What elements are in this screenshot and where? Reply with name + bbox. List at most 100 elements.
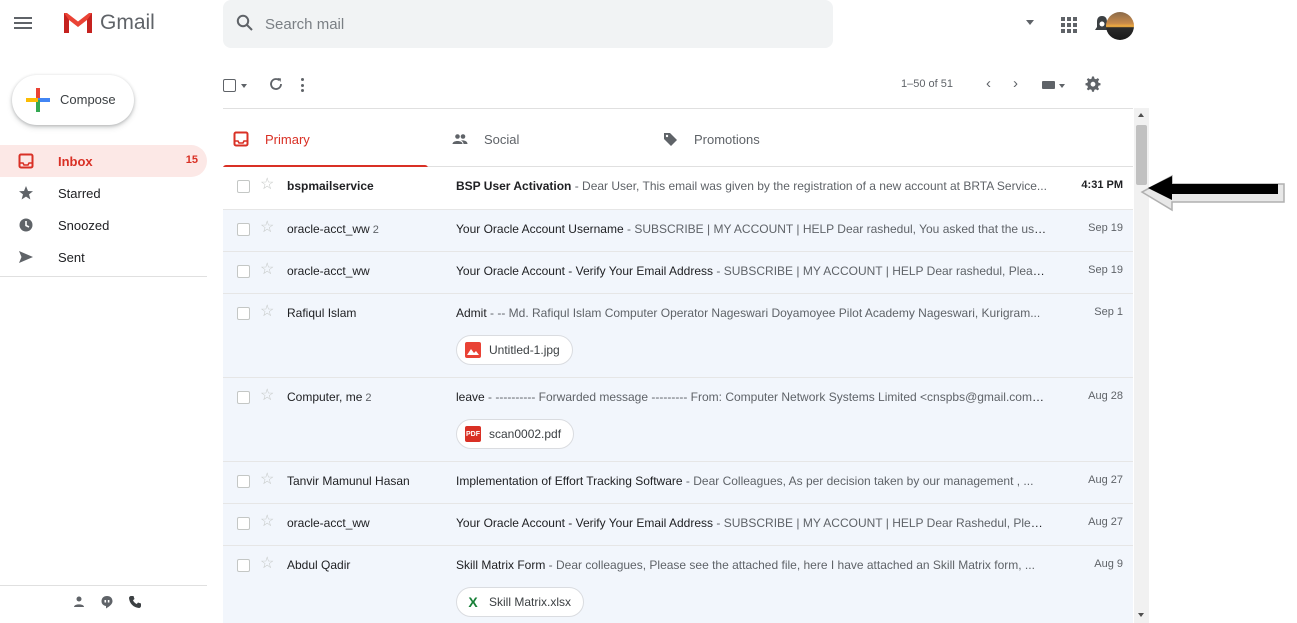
tab-primary[interactable]: Primary	[223, 109, 428, 168]
email-subject: Skill Matrix Form	[456, 558, 546, 572]
attachment-chip[interactable]: X Skill Matrix.xlsx	[456, 587, 585, 617]
email-subject: Implementation of Effort Tracking Softwa…	[456, 474, 683, 488]
gear-icon[interactable]	[1085, 76, 1101, 92]
phone-icon[interactable]	[128, 595, 142, 609]
email-subject: Admit	[456, 306, 487, 320]
email-snippet: - SUBSCRIBE | MY ACCOUNT | HELP Dear Ras…	[713, 516, 1048, 530]
email-content: leave - ---------- Forwarded message ---…	[456, 390, 1048, 404]
email-row[interactable]: ☆ Rafiqul Islam Admit - -- Md. Rafiqul I…	[223, 294, 1133, 378]
attachment-name: Skill Matrix.xlsx	[489, 595, 572, 609]
search-icon[interactable]	[236, 14, 254, 32]
row-checkbox[interactable]	[237, 391, 250, 404]
image-file-icon	[465, 342, 481, 358]
thread-count: 2	[372, 224, 379, 236]
row-checkbox[interactable]	[237, 180, 250, 193]
sidebar-item-label: Snoozed	[58, 217, 110, 233]
star-icon[interactable]: ☆	[260, 176, 274, 194]
attachment-name: Untitled-1.jpg	[489, 343, 560, 357]
row-checkbox[interactable]	[237, 517, 250, 530]
email-row[interactable]: ☆ Tanvir Mamunul Hasan Implementation of…	[223, 462, 1133, 504]
star-icon[interactable]: ☆	[260, 219, 274, 237]
star-icon[interactable]: ☆	[260, 555, 274, 573]
older-page-button[interactable]: ›	[1013, 75, 1018, 92]
hangouts-bar	[72, 595, 142, 609]
tab-social[interactable]: Social	[442, 109, 647, 167]
email-snippet: - Dear User, This email was given by the…	[571, 179, 1047, 193]
email-row[interactable]: ☆ oracle-acct_ww 2 Your Oracle Account Us…	[223, 210, 1133, 252]
refresh-icon[interactable]	[268, 76, 284, 92]
attachment-chip[interactable]: PDF scan0002.pdf	[456, 419, 575, 449]
email-row[interactable]: ☆ Computer, me 2 leave - ---------- Forwa…	[223, 378, 1133, 462]
row-checkbox[interactable]	[237, 475, 250, 488]
sidebar-item-starred[interactable]: Starred	[0, 177, 207, 209]
star-icon[interactable]: ☆	[260, 261, 274, 279]
tab-label: Primary	[265, 132, 310, 147]
pdf-file-icon: PDF	[465, 426, 481, 442]
sidebar-item-inbox[interactable]: Inbox 15	[0, 145, 207, 177]
row-checkbox[interactable]	[237, 307, 250, 320]
email-content: Your Oracle Account - Verify Your Email …	[456, 516, 1048, 530]
category-tabs: Primary Social Promotions	[223, 108, 1133, 168]
hamburger-menu-icon[interactable]	[14, 14, 32, 32]
compose-button[interactable]: Compose	[12, 75, 134, 125]
gmail-logo[interactable]: Gmail	[62, 11, 155, 35]
email-row[interactable]: ☆ oracle-acct_ww Your Oracle Account - V…	[223, 504, 1133, 546]
star-icon[interactable]: ☆	[260, 387, 274, 405]
star-icon[interactable]: ☆	[260, 513, 274, 531]
email-subject: Your Oracle Account - Verify Your Email …	[456, 264, 714, 278]
email-row[interactable]: ☆ bspmailservice BSP User Activation - D…	[223, 167, 1133, 210]
email-subject: leave	[456, 390, 485, 404]
sidebar-item-label: Sent	[58, 249, 85, 265]
sidebar-divider	[0, 276, 207, 277]
row-checkbox[interactable]	[237, 223, 250, 236]
input-tools-caret-icon[interactable]	[1059, 84, 1065, 88]
select-all-checkbox[interactable]	[223, 79, 236, 92]
google-apps-icon[interactable]	[1061, 17, 1077, 33]
star-icon[interactable]: ☆	[260, 471, 274, 489]
email-snippet: - -- Md. Rafiqul Islam Computer Operator…	[486, 306, 1041, 320]
search-options-icon[interactable]	[1026, 20, 1034, 25]
email-sender: Rafiqul Islam	[287, 306, 357, 320]
search-bar[interactable]	[223, 0, 1034, 48]
star-icon[interactable]: ☆	[260, 303, 274, 321]
email-snippet: - Dear Colleagues, As per decision taken…	[682, 474, 1034, 488]
tab-promotions[interactable]: Promotions	[652, 109, 857, 167]
sidebar-item-sent[interactable]: Sent	[0, 241, 207, 273]
select-options-icon[interactable]	[241, 84, 247, 88]
mail-toolbar: 1–50 of 51 ‹ ›	[223, 72, 1133, 100]
newer-page-button[interactable]: ‹	[986, 75, 991, 92]
inbox-icon	[233, 131, 249, 147]
email-sender: Computer, me 2	[287, 390, 372, 404]
plus-icon	[26, 88, 50, 112]
email-date: Aug 27	[1088, 516, 1123, 528]
email-content: Implementation of Effort Tracking Softwa…	[456, 474, 1048, 488]
send-icon	[19, 251, 33, 263]
scroll-down-arrow-icon[interactable]	[1138, 613, 1144, 617]
hangouts-icon[interactable]	[100, 595, 114, 609]
email-row[interactable]: ☆ oracle-acct_ww Your Oracle Account - V…	[223, 252, 1133, 294]
attachment-chip[interactable]: Untitled-1.jpg	[456, 335, 573, 365]
email-content: BSP User Activation - Dear User, This em…	[456, 179, 1048, 193]
email-date: Sep 19	[1088, 264, 1123, 276]
email-content: Your Oracle Account Username - SUBSCRIBE…	[456, 222, 1048, 236]
email-date: Sep 19	[1088, 222, 1123, 234]
keyboard-icon[interactable]	[1042, 81, 1055, 89]
email-sender: oracle-acct_ww	[287, 516, 370, 530]
more-options-icon[interactable]	[301, 78, 304, 92]
email-date: Aug 9	[1094, 558, 1123, 570]
row-checkbox[interactable]	[237, 265, 250, 278]
scroll-up-arrow-icon[interactable]	[1138, 113, 1144, 117]
email-subject: Your Oracle Account Username	[456, 222, 624, 236]
sidebar-item-label: Starred	[58, 185, 101, 201]
sidebar-bottom-divider	[0, 585, 207, 586]
row-checkbox[interactable]	[237, 559, 250, 572]
star-icon	[19, 186, 33, 200]
email-row[interactable]: ☆ Abdul Qadir Skill Matrix Form - Dear c…	[223, 546, 1133, 623]
email-snippet: - Dear colleagues, Please see the attach…	[545, 558, 1035, 572]
contacts-icon[interactable]	[72, 595, 86, 609]
search-input[interactable]	[265, 12, 765, 36]
pagination-range: 1–50 of 51	[901, 78, 953, 90]
gmail-m-icon	[64, 13, 92, 33]
account-avatar[interactable]	[1106, 12, 1134, 40]
sidebar-item-snoozed[interactable]: Snoozed	[0, 209, 207, 241]
